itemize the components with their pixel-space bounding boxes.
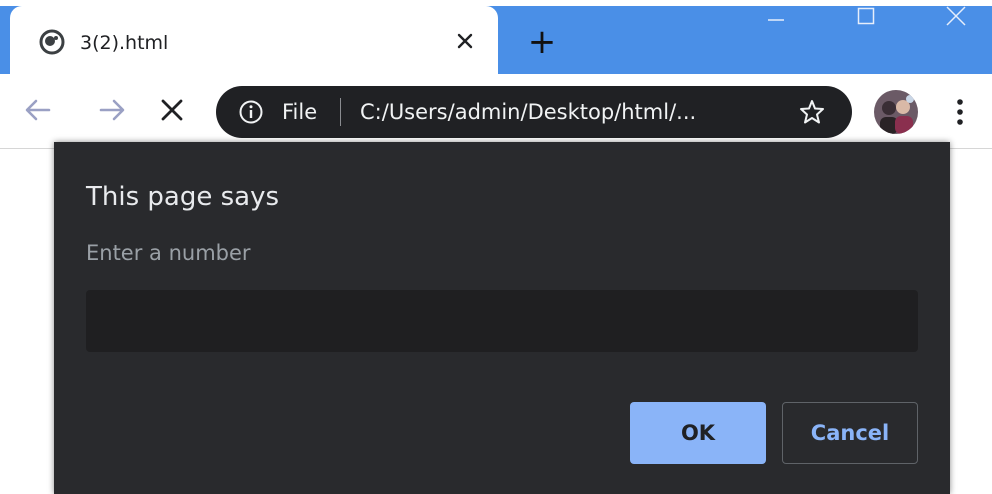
tab-active[interactable]: 3(2).html: [10, 6, 498, 78]
window-close-button[interactable]: [936, 0, 976, 36]
ok-button[interactable]: OK: [630, 402, 766, 464]
back-button[interactable]: [18, 92, 58, 132]
forward-button[interactable]: [92, 92, 132, 132]
globe-icon: [38, 28, 66, 56]
back-arrow-icon: [23, 95, 53, 129]
scheme-chip[interactable]: File: [282, 97, 317, 127]
address-bar[interactable]: File C:/Users/admin/Desktop/html/...: [216, 86, 852, 138]
prompt-input[interactable]: [86, 290, 918, 352]
cancel-button[interactable]: Cancel: [782, 402, 918, 464]
info-icon[interactable]: [238, 99, 264, 125]
maximize-button[interactable]: [846, 0, 886, 36]
minimize-button[interactable]: [756, 0, 796, 36]
close-icon: [945, 5, 967, 31]
star-icon[interactable]: [798, 98, 826, 126]
tab-title: 3(2).html: [80, 32, 169, 54]
plus-icon: +: [527, 22, 557, 62]
forward-arrow-icon: [97, 95, 127, 129]
new-tab-button[interactable]: +: [522, 22, 562, 62]
stop-button[interactable]: [152, 92, 192, 132]
prompt-dialog: This page says Enter a number OK Cancel: [54, 142, 950, 494]
close-icon[interactable]: [450, 26, 480, 56]
dialog-message: Enter a number: [86, 241, 251, 265]
avatar[interactable]: [874, 90, 918, 134]
dialog-title: This page says: [86, 182, 280, 212]
chip-divider: [340, 98, 341, 126]
kebab-menu-icon[interactable]: [946, 94, 974, 130]
stop-icon: [159, 97, 185, 127]
toolbar: File C:/Users/admin/Desktop/html/...: [0, 74, 992, 149]
url-text[interactable]: C:/Users/admin/Desktop/html/...: [360, 97, 696, 127]
maximize-icon: [856, 6, 876, 30]
minimize-icon: [766, 6, 786, 30]
